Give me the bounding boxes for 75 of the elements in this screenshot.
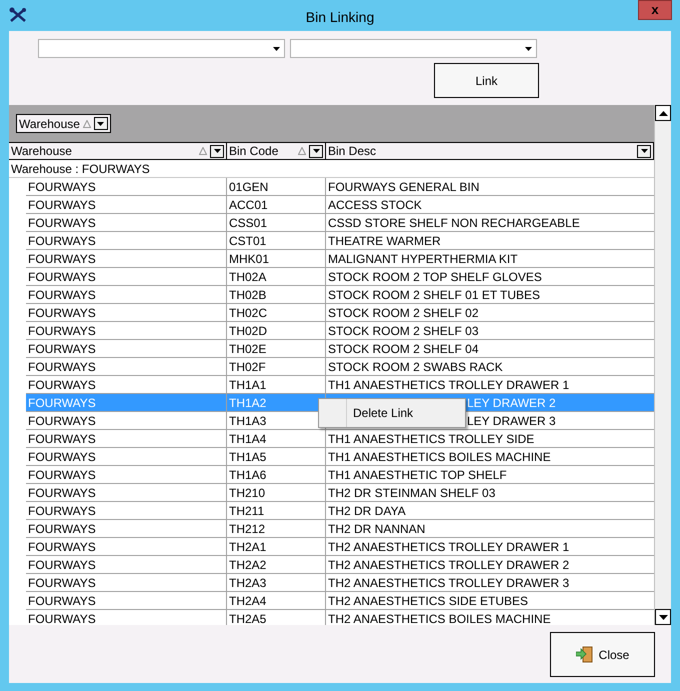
table-cell-text: TH1 ANAESTHETICS TROLLEY SIDE [327,430,536,447]
table-cell-text: TH1 ANAESTHETICS BOILES MACHINE [327,448,552,465]
table-cell: TH02B [227,286,326,303]
table-cell: FOURWAYS [26,484,227,501]
table-cell: FOURWAYS [26,250,227,267]
table-cell-text: STOCK ROOM 2 SHELF 03 [327,322,480,339]
table-cell: FOURWAYS [26,358,227,375]
table-cell: FOURWAYS [26,286,227,303]
table-cell: FOURWAYS [26,538,227,555]
table-cell: TH02D [227,322,326,339]
table-cell: TH2A3 [227,574,326,591]
table-cell-text: STOCK ROOM 2 SHELF 02 [327,304,480,321]
table-cell-text: TH2 ANAESTHETICS BOILES MACHINE [327,610,552,625]
table-cell: FOURWAYS [26,502,227,519]
table-cell-text: CSSD STORE SHELF NON RECHARGEABLE [327,214,581,231]
table-cell-text: LEY DRAWER 2 [467,394,556,412]
table-cell: FOURWAYS [26,592,227,609]
table-cell: FOURWAYS [26,520,227,537]
table-cell: FOURWAYS [26,448,227,465]
table-cell: MHK01 [227,250,326,267]
table-cell-text: STOCK ROOM 2 TOP SHELF GLOVES [327,268,543,285]
table-cell-text: TH2 DR STEINMAN SHELF 03 [327,484,496,501]
table-cell: TH1A1 [227,376,326,393]
table-cell-text: TH1 ANAESTHETIC TOP SHELF [327,466,508,483]
table-cell-text: STOCK ROOM 2 SHELF 01 ET TUBES [327,286,542,303]
chip-label: Warehouse [19,116,80,132]
table-cell: CST01 [227,232,326,249]
table-cell: TH212 [227,520,326,537]
table-cell: FOURWAYS [26,232,227,249]
table-cell: TH210 [227,484,326,501]
table-cell: TH2A4 [227,592,326,609]
table-cell: FOURWAYS [26,340,227,357]
table-cell: FOURWAYS [26,322,227,339]
table-cell: TH02F [227,358,326,375]
table-cell: FOURWAYS [26,178,227,195]
table-cell-text: STOCK ROOM 2 SHELF 04 [327,340,480,357]
table-cell-text: TH2 ANAESTHETICS TROLLEY DRAWER 2 [327,556,570,573]
table-cell: TH02A [227,268,326,285]
table-cell-text: TH2 DR DAYA [327,502,407,519]
table-cell: FOURWAYS [26,268,227,285]
table-cell-text: FOURWAYS GENERAL BIN [327,178,480,195]
table-cell: FOURWAYS [26,556,227,573]
table-cell: FOURWAYS [26,430,227,447]
table-cell-text: STOCK ROOM 2 SWABS RACK [327,358,504,375]
table-cell-text: ACCESS STOCK [327,196,423,213]
table-cell: ACC01 [227,196,326,213]
table-cell-text: TH2 DR NANNAN [327,520,426,537]
table-cell: 01GEN [227,178,326,195]
table-cell: TH1A6 [227,466,326,483]
table-cell: TH2A1 [227,538,326,555]
table-cell: FOURWAYS [26,466,227,483]
table-cell-text: THEATRE WARMER [327,232,442,249]
table-cell-text: TH2 ANAESTHETICS TROLLEY DRAWER 3 [327,574,570,591]
table-cell: FOURWAYS [26,376,227,393]
table-cell: FOURWAYS [26,610,227,625]
table-cell: TH211 [227,502,326,519]
table-cell: FOURWAYS [26,304,227,321]
table-cell: FOURWAYS [26,196,227,213]
table-cell-text: TH2 ANAESTHETICS TROLLEY DRAWER 1 [327,538,570,555]
table-cell: FOURWAYS [26,412,227,429]
table-cell: FOURWAYS [26,214,227,231]
table-cell: TH2A2 [227,556,326,573]
table-cell: FOURWAYS [26,574,227,591]
table-cell: TH02E [227,340,326,357]
table-cell-text: MALIGNANT HYPERTHERMIA KIT [327,250,519,267]
table-cell: FOURWAYS [26,394,227,411]
table-cell: TH02C [227,304,326,321]
table-cell-text: LEY DRAWER 3 [467,412,556,430]
table-cell: TH1A5 [227,448,326,465]
table-cell: TH1A4 [227,430,326,447]
table-cell-text: TH1 ANAESTHETICS TROLLEY DRAWER 1 [327,376,570,393]
table-cell-text: TH2 ANAESTHETICS SIDE ETUBES [327,592,530,609]
window-title: Bin Linking [306,8,374,27]
table-cell: TH2A5 [227,610,326,625]
table-cell: CSS01 [227,214,326,231]
